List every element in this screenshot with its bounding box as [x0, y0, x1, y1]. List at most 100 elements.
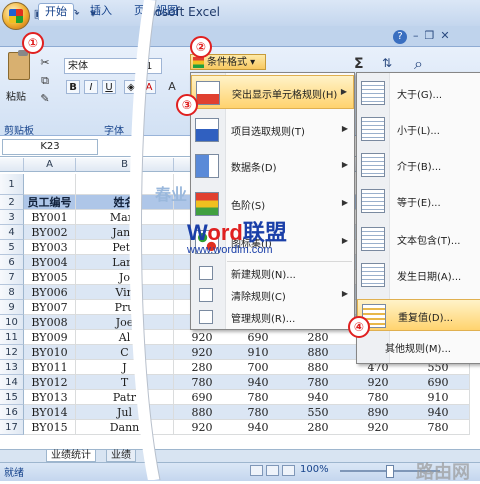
- cell[interactable]: BY013: [24, 390, 76, 405]
- cell[interactable]: Pru: [76, 300, 174, 315]
- menu-item-clear-rules[interactable]: 清除规则(C) ▶: [191, 285, 354, 305]
- row-header[interactable]: 4: [0, 225, 24, 240]
- cell[interactable]: Jo: [76, 270, 174, 285]
- page-break-view-icon[interactable]: [282, 465, 295, 476]
- sort-filter-icon[interactable]: ⇅: [382, 56, 392, 70]
- cell[interactable]: BY002: [24, 225, 76, 240]
- menu-item-manage-rules[interactable]: 管理规则(R)...: [191, 307, 354, 327]
- cell[interactable]: 920: [350, 375, 406, 390]
- cell[interactable]: 940: [230, 420, 286, 435]
- cell[interactable]: 690: [174, 390, 230, 405]
- cell[interactable]: Larr: [76, 255, 174, 270]
- cell[interactable]: BY011: [24, 360, 76, 375]
- cell[interactable]: 940: [290, 390, 346, 405]
- autosum-button[interactable]: Σ: [354, 56, 364, 72]
- menu-item-data-bars[interactable]: 数据条(D) ▶: [191, 149, 354, 183]
- cell[interactable]: BY007: [24, 300, 76, 315]
- fill-color-icon[interactable]: ◈: [124, 80, 138, 94]
- row-header[interactable]: 14: [0, 375, 24, 390]
- cell[interactable]: 910: [230, 345, 286, 360]
- cell[interactable]: Dann: [76, 420, 174, 435]
- cell[interactable]: T: [76, 375, 174, 390]
- cell[interactable]: 780: [230, 405, 286, 420]
- row-header[interactable]: 13: [0, 360, 24, 375]
- cell[interactable]: 280: [290, 330, 346, 345]
- submenu-item-more-rules[interactable]: 其他规则(M)...: [357, 337, 480, 357]
- cell[interactable]: Patr: [76, 390, 174, 405]
- tab-insert[interactable]: 插入: [84, 3, 118, 19]
- minimize-icon[interactable]: –: [413, 29, 419, 42]
- cell[interactable]: 690: [230, 330, 286, 345]
- page-layout-view-icon[interactable]: [266, 465, 279, 476]
- cell[interactable]: 920: [174, 345, 230, 360]
- menu-item-color-scales[interactable]: 色阶(S) ▶: [191, 187, 354, 221]
- cell[interactable]: 员工编号: [24, 195, 76, 210]
- cell[interactable]: 880: [290, 345, 346, 360]
- cell[interactable]: BY005: [24, 270, 76, 285]
- row-header[interactable]: 6: [0, 255, 24, 270]
- font-color-button[interactable]: A: [142, 80, 156, 94]
- normal-view-icon[interactable]: [250, 465, 263, 476]
- submenu-item-text-contains[interactable]: 文本包含(T)...: [357, 223, 480, 255]
- cut-icon[interactable]: ✂: [38, 56, 52, 70]
- cell[interactable]: 280: [174, 360, 230, 375]
- row-header[interactable]: 8: [0, 285, 24, 300]
- row-header[interactable]: 16: [0, 405, 24, 420]
- row-header-corner[interactable]: [0, 158, 24, 172]
- menu-item-new-rule[interactable]: 新建规则(N)...: [191, 263, 354, 283]
- help-icon[interactable]: ?: [393, 30, 407, 44]
- row-header[interactable]: 3: [0, 210, 24, 225]
- cell[interactable]: 920: [174, 330, 230, 345]
- sheet-tab-performance[interactable]: 业绩统计: [46, 450, 96, 462]
- office-button[interactable]: [2, 2, 30, 30]
- cell[interactable]: 280: [290, 420, 346, 435]
- row-header[interactable]: 12: [0, 345, 24, 360]
- row-header[interactable]: 11: [0, 330, 24, 345]
- submenu-item-less-than[interactable]: 小于(L)...: [357, 113, 480, 145]
- cell[interactable]: BY004: [24, 255, 76, 270]
- row-header[interactable]: 10: [0, 315, 24, 330]
- name-box[interactable]: K23: [2, 139, 98, 155]
- zoom-slider-thumb[interactable]: [386, 465, 394, 478]
- column-header[interactable]: A: [24, 158, 76, 172]
- cell[interactable]: BY008: [24, 315, 76, 330]
- cell[interactable]: BY014: [24, 405, 76, 420]
- grow-font-button[interactable]: A: [165, 80, 179, 94]
- cell[interactable]: BY015: [24, 420, 76, 435]
- cell[interactable]: 780: [410, 420, 466, 435]
- copy-icon[interactable]: ⧉: [38, 74, 52, 88]
- cell[interactable]: 700: [230, 360, 286, 375]
- cell[interactable]: 940: [410, 405, 466, 420]
- cell[interactable]: BY009: [24, 330, 76, 345]
- cell[interactable]: 880: [174, 405, 230, 420]
- menu-item-highlight-cells-rules[interactable]: 突出显示单元格规则(H) ▶: [191, 75, 354, 109]
- row-header[interactable]: 5: [0, 240, 24, 255]
- cell[interactable]: 890: [350, 405, 406, 420]
- cell[interactable]: BY001: [24, 210, 76, 225]
- cell[interactable]: J: [76, 360, 174, 375]
- tab-page-layout[interactable]: 页面视图: [128, 3, 184, 19]
- cell[interactable]: 880: [290, 360, 346, 375]
- cell[interactable]: C: [76, 345, 174, 360]
- cell[interactable]: Vin: [76, 285, 174, 300]
- cell[interactable]: 940: [230, 375, 286, 390]
- cell[interactable]: 780: [230, 390, 286, 405]
- close-icon[interactable]: ✕: [440, 29, 449, 42]
- cell[interactable]: BY003: [24, 240, 76, 255]
- cell[interactable]: 780: [290, 375, 346, 390]
- format-painter-icon[interactable]: ✎: [38, 92, 52, 106]
- submenu-item-duplicate-values[interactable]: 重复值(D)...: [357, 299, 480, 331]
- row-header[interactable]: 9: [0, 300, 24, 315]
- menu-item-top-bottom-rules[interactable]: 项目选取规则(T) ▶: [191, 113, 354, 147]
- cell[interactable]: 550: [290, 405, 346, 420]
- cell[interactable]: 780: [350, 390, 406, 405]
- cell[interactable]: 690: [410, 375, 466, 390]
- cell[interactable]: 920: [174, 420, 230, 435]
- underline-button[interactable]: U: [102, 80, 116, 94]
- row-header[interactable]: 7: [0, 270, 24, 285]
- find-select-icon[interactable]: ⌕: [414, 54, 423, 74]
- row-header[interactable]: 15: [0, 390, 24, 405]
- submenu-item-date-occurring[interactable]: 发生日期(A)...: [357, 259, 480, 291]
- cell[interactable]: 910: [410, 390, 466, 405]
- restore-icon[interactable]: ❐: [425, 29, 435, 42]
